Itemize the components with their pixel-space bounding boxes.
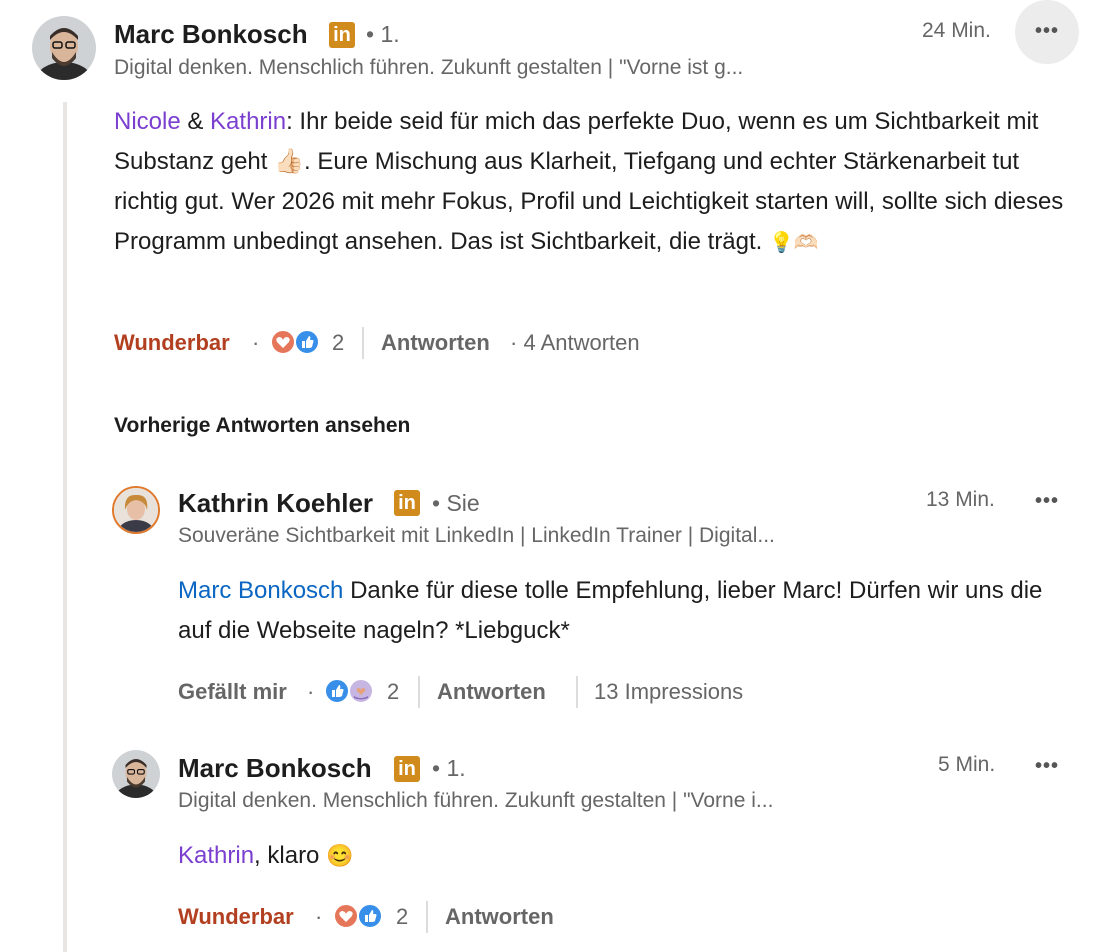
divider	[426, 901, 428, 933]
mention-marc-bonkosch[interactable]: Marc Bonkosch	[178, 577, 343, 604]
bulb-heart-hands-emoji-icon: 💡🫶🏻	[769, 232, 819, 254]
author-headline: Souveräne Sichtbarkeit mit LinkedIn | Li…	[178, 524, 775, 547]
avatar[interactable]	[32, 16, 96, 80]
mention-nicole[interactable]: Nicole	[114, 108, 181, 135]
heart-icon	[333, 903, 359, 929]
reply-button[interactable]: Antworten	[445, 904, 554, 930]
mention-kathrin[interactable]: Kathrin	[210, 108, 286, 135]
thumbs-up-emoji-icon: 👍🏻	[274, 148, 305, 175]
heart-icon	[270, 329, 296, 355]
comment-text: Marc Bonkosch Danke für diese tolle Empf…	[178, 571, 1058, 651]
reaction-count[interactable]: 2	[396, 904, 408, 930]
dot-separator: ·	[252, 330, 260, 355]
connection-degree: • Sie	[432, 490, 480, 516]
author-name[interactable]: Kathrin Koehler	[178, 488, 373, 519]
comment-text: Nicole & Kathrin: Ihr beide seid für mic…	[114, 102, 1074, 263]
author-headline: Digital denken. Menschlich führen. Zukun…	[114, 56, 744, 79]
support-icon	[348, 678, 374, 704]
marc-avatar-image	[32, 16, 96, 80]
avatar[interactable]	[112, 750, 160, 798]
reaction-icons[interactable]	[333, 903, 389, 931]
connection-degree: • 1.	[366, 21, 400, 47]
author-name[interactable]: Marc Bonkosch	[114, 19, 308, 50]
comment-text: Kathrin, klaro 😊	[178, 836, 1058, 876]
author-name[interactable]: Marc Bonkosch	[178, 753, 372, 784]
linkedin-badge-icon: in	[394, 490, 420, 516]
reply-button[interactable]: Antworten	[437, 679, 546, 705]
comment-text-body: , klaro	[254, 842, 327, 869]
reaction-icons[interactable]	[324, 678, 380, 706]
linkedin-badge-icon: in	[329, 22, 355, 48]
dot-separator: ·	[315, 904, 323, 929]
like-button[interactable]: Gefällt mir	[178, 679, 287, 705]
reply-button[interactable]: Antworten	[381, 330, 490, 356]
avatar[interactable]	[112, 486, 160, 534]
reaction-button[interactable]: Wunderbar	[178, 904, 294, 930]
thread-line	[63, 102, 67, 952]
ampersand: &	[180, 108, 211, 135]
reaction-count[interactable]: 2	[332, 330, 344, 356]
kathrin-avatar-image	[114, 488, 158, 532]
reaction-button[interactable]: Wunderbar	[114, 330, 230, 356]
more-options-button[interactable]: •••	[1027, 755, 1067, 778]
more-options-button[interactable]: •••	[1015, 0, 1079, 64]
divider	[418, 676, 420, 708]
smiling-face-emoji-icon: 😊	[326, 843, 354, 868]
connection-degree: • 1.	[432, 755, 466, 781]
reaction-count[interactable]: 2	[387, 679, 399, 705]
author-headline: Digital denken. Menschlich führen. Zukun…	[178, 789, 774, 812]
divider	[362, 327, 364, 359]
more-icon: •••	[1034, 20, 1059, 42]
impressions-count: 13 Impressions	[594, 679, 744, 704]
timestamp: 13 Min.	[926, 488, 995, 511]
marc-avatar-image	[112, 750, 160, 798]
timestamp: 5 Min.	[938, 753, 996, 776]
timestamp: 24 Min.	[922, 19, 991, 42]
more-options-button[interactable]: •••	[1027, 490, 1067, 513]
thumbs-up-icon	[324, 678, 350, 704]
thumbs-up-icon	[357, 903, 383, 929]
view-previous-replies-link[interactable]: Vorherige Antworten ansehen	[114, 414, 410, 438]
thumbs-up-icon	[294, 329, 320, 355]
reaction-icons[interactable]	[270, 329, 326, 357]
linkedin-badge-icon: in	[394, 756, 420, 782]
dot-separator: ·	[307, 679, 315, 704]
divider	[576, 676, 578, 708]
mention-kathrin[interactable]: Kathrin	[178, 842, 254, 869]
replies-count-link[interactable]: · 4 Antworten	[510, 330, 640, 356]
